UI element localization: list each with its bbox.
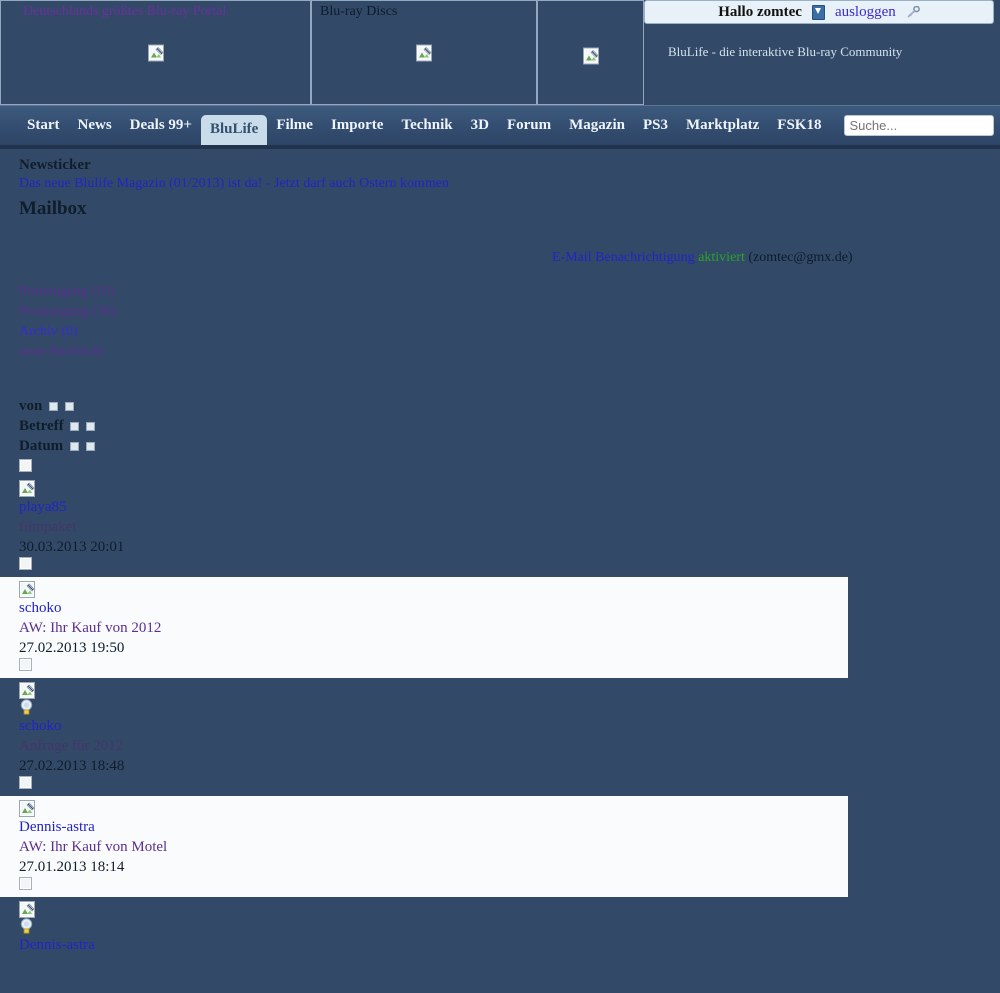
message-sender-link[interactable]: playa85 <box>19 497 848 517</box>
message-checkbox[interactable] <box>19 557 32 570</box>
main-navigation: Start News Deals 99+ BluLife Filme Impor… <box>0 105 1000 149</box>
nav-item-fsk18[interactable]: FSK18 <box>768 114 830 137</box>
award-medal-icon <box>19 918 34 935</box>
nav-item-news[interactable]: News <box>69 114 121 137</box>
nav-item-deals[interactable]: Deals 99+ <box>121 114 201 137</box>
sort-descending-icon[interactable] <box>64 402 74 412</box>
notification-email-address: (zomtec@gmx.de) <box>748 250 853 265</box>
key-icon <box>906 5 920 18</box>
message-list: playa85 filmpaket 30.03.2013 20:01 schok… <box>0 476 1000 955</box>
nav-item-filme[interactable]: Filme <box>267 114 322 137</box>
nav-item-ps3[interactable]: PS3 <box>634 114 677 137</box>
row-icons <box>19 476 848 497</box>
message-sender-link[interactable]: schoko <box>19 598 848 618</box>
newsticker-headline-link[interactable]: Das neue Blulife Magazin (01/2013) ist d… <box>19 176 1000 192</box>
row-icons <box>19 678 848 699</box>
nav-item-importe[interactable]: Importe <box>322 114 393 137</box>
nav-item-marktplatz[interactable]: Marktplatz <box>677 114 768 137</box>
sort-descending-icon[interactable] <box>85 442 95 452</box>
table-row[interactable]: playa85 filmpaket 30.03.2013 20:01 <box>0 476 848 577</box>
nav-item-start[interactable]: Start <box>18 114 69 137</box>
message-sender-link[interactable]: Dennis-astra <box>19 817 848 837</box>
nav-item-technik[interactable]: Technik <box>392 114 461 137</box>
broken-image-icon <box>416 44 432 61</box>
folder-link-archive[interactable]: Archiv (0) <box>19 322 1000 342</box>
row-icons <box>19 897 848 919</box>
page-title: Mailbox <box>19 198 87 219</box>
message-date: 27.01.2013 18:14 <box>19 859 125 876</box>
row-icons <box>19 796 848 818</box>
banner-portal-link[interactable]: Deutschlands größtes Blu-ray Portal <box>1 1 310 20</box>
row-medal-holder <box>19 699 848 716</box>
message-checkbox[interactable] <box>19 776 32 790</box>
user-bar: Hallo zomtec ausloggen <box>644 0 994 24</box>
column-header-von: von <box>19 396 1000 416</box>
broken-image-icon <box>19 901 35 919</box>
column-header-label: von <box>19 398 43 414</box>
page-content: Newsticker Das neue Blulife Magazin (01/… <box>0 145 1000 956</box>
sort-descending-icon[interactable] <box>86 422 96 432</box>
banner-cell-portal[interactable]: Deutschlands größtes Blu-ray Portal <box>0 0 311 105</box>
site-tagline: BluLife - die interaktive Blu-ray Commun… <box>668 44 903 59</box>
row-icons <box>19 577 848 598</box>
banner-discs-label: Blu-ray Discs <box>320 4 398 19</box>
user-panel: Hallo zomtec ausloggen BluLife - die int… <box>644 0 1000 105</box>
message-subject-link[interactable]: AW: Ihr Kauf von 2012 <box>19 618 848 638</box>
column-header-label: Datum <box>19 438 64 454</box>
logout-link[interactable]: ausloggen <box>835 4 896 21</box>
message-column-headers: von Betreff Datum <box>19 396 1000 476</box>
message-sender-link[interactable]: schoko <box>19 716 848 736</box>
download-icon[interactable] <box>811 4 825 20</box>
column-header-datum: Datum <box>19 436 1000 456</box>
nav-item-magazin[interactable]: Magazin <box>560 114 634 137</box>
message-date: 27.02.2013 18:48 <box>19 758 125 775</box>
broken-image-icon <box>582 47 599 65</box>
search-area <box>844 115 1000 136</box>
award-medal-icon <box>19 699 34 716</box>
table-row[interactable]: Dennis-astra <box>0 897 848 955</box>
row-medal-holder <box>19 918 848 935</box>
notification-status-badge: aktiviert <box>698 250 745 265</box>
message-date: 30.03.2013 20:01 <box>19 539 125 555</box>
message-checkbox[interactable] <box>19 658 32 671</box>
message-subject-link[interactable]: AW: Ihr Kauf von Motel <box>19 837 848 857</box>
top-banner-strip: Deutschlands größtes Blu-ray Portal Blu-… <box>0 0 1000 105</box>
broken-image-icon <box>19 581 35 598</box>
sort-ascending-icon[interactable] <box>49 402 59 412</box>
message-subject-link[interactable]: Anfrage für 2012 <box>19 736 848 756</box>
banner-cell-third[interactable] <box>537 0 644 105</box>
message-date: 27.02.2013 19:50 <box>19 640 125 656</box>
message-sender-link[interactable]: Dennis-astra <box>19 935 848 955</box>
table-row[interactable]: Dennis-astra AW: Ihr Kauf von Motel 27.0… <box>0 796 848 898</box>
banner-cell-discs[interactable]: Blu-ray Discs <box>311 0 537 105</box>
folder-link-outbox[interactable]: Postausgang (30) <box>19 302 1000 322</box>
broken-image-icon <box>19 682 35 699</box>
sort-ascending-icon[interactable] <box>70 422 80 432</box>
newsticker-title: Newsticker <box>19 157 91 173</box>
message-subject-link[interactable]: filmpaket <box>19 517 848 537</box>
nav-item-forum[interactable]: Forum <box>498 114 560 137</box>
nav-item-blulife[interactable]: BluLife <box>200 115 268 148</box>
folder-link-inbox[interactable]: Posteingang (10) <box>19 282 1000 302</box>
email-notification-row: E-Mail Benachrichtigung aktiviert (zomte… <box>19 220 1000 266</box>
sort-ascending-icon[interactable] <box>69 442 79 452</box>
folder-link-new-message[interactable]: neue Nachricht <box>19 342 1000 362</box>
broken-image-icon <box>19 800 35 818</box>
message-checkbox[interactable] <box>19 877 32 891</box>
email-notification-link[interactable]: E-Mail Benachrichtigung <box>552 250 695 265</box>
column-header-betreff: Betreff <box>19 416 1000 436</box>
table-row[interactable]: schoko AW: Ihr Kauf von 2012 27.02.2013 … <box>0 577 848 678</box>
nav-item-3d[interactable]: 3D <box>462 114 498 137</box>
broken-image-icon <box>19 480 35 497</box>
table-row[interactable]: schoko Anfrage für 2012 27.02.2013 18:48 <box>0 678 848 796</box>
search-input[interactable] <box>844 115 995 136</box>
column-header-label: Betreff <box>19 418 64 434</box>
broken-image-icon <box>147 44 164 61</box>
select-all-checkbox[interactable] <box>19 459 32 472</box>
mailbox-folder-list: Posteingang (10) Postausgang (30) Archiv… <box>19 282 1000 362</box>
greeting-label: Hallo zomtec <box>718 3 802 20</box>
